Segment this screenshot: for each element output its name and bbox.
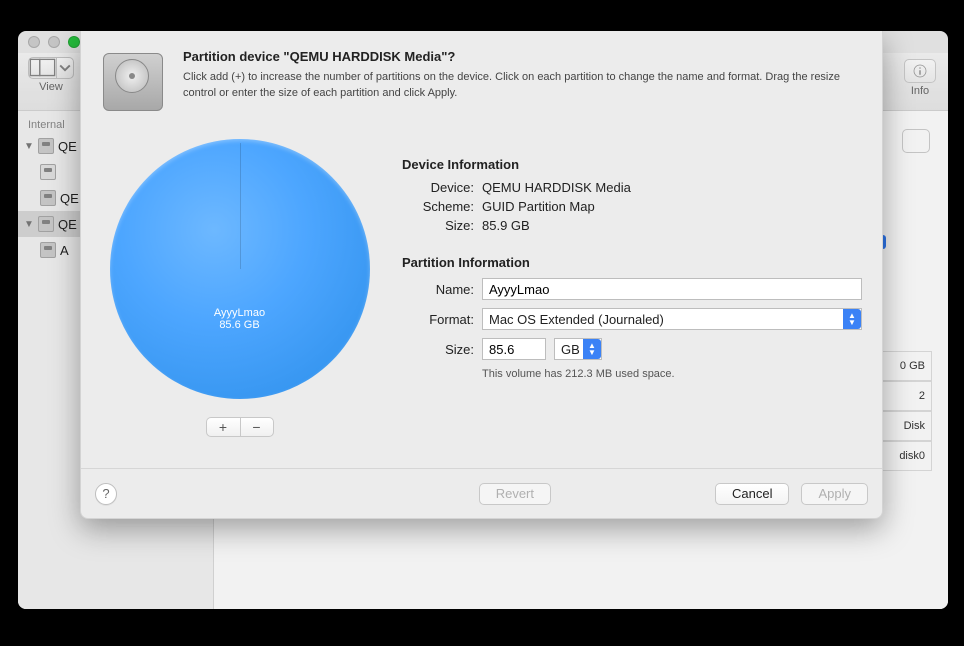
partition-pie[interactable]: AyyyLmao 85.6 GB — [110, 139, 370, 399]
size-unit-select[interactable]: GB ▲▼ — [554, 338, 602, 360]
disk-utility-window: Disk Utility View + − Volume — [18, 31, 948, 609]
select-arrows-icon: ▲▼ — [843, 309, 861, 329]
used-space-note: This volume has 212.3 MB used space. — [482, 368, 862, 380]
partition-info-header: Partition Information — [402, 255, 862, 270]
harddisk-large-icon — [101, 49, 165, 113]
partition-sheet: Partition device "QEMU HARDDISK Media"? … — [80, 31, 883, 519]
pie-slice-label: AyyyLmao 85.6 GB — [110, 307, 370, 331]
select-arrows-icon: ▲▼ — [583, 339, 601, 359]
partition-name-input[interactable] — [482, 278, 862, 300]
sheet-title: Partition device "QEMU HARDDISK Media"? — [183, 49, 843, 64]
device-size-value: 85.9 GB — [482, 218, 530, 233]
partition-remove-button[interactable]: − — [240, 417, 274, 437]
sheet-overlay: Partition device "QEMU HARDDISK Media"? … — [18, 31, 948, 609]
help-button[interactable]: ? — [95, 483, 117, 505]
revert-button: Revert — [479, 483, 551, 505]
partition-size-input[interactable] — [482, 338, 546, 360]
sheet-description: Click add (+) to increase the number of … — [183, 70, 843, 102]
cancel-button[interactable]: Cancel — [715, 483, 789, 505]
device-name-value: QEMU HARDDISK Media — [482, 180, 631, 195]
device-info-header: Device Information — [402, 157, 862, 172]
partition-add-button[interactable]: + — [206, 417, 240, 437]
scheme-value: GUID Partition Map — [482, 199, 595, 214]
format-select[interactable]: Mac OS Extended (Journaled) ▲▼ — [482, 308, 862, 330]
apply-button: Apply — [801, 483, 868, 505]
